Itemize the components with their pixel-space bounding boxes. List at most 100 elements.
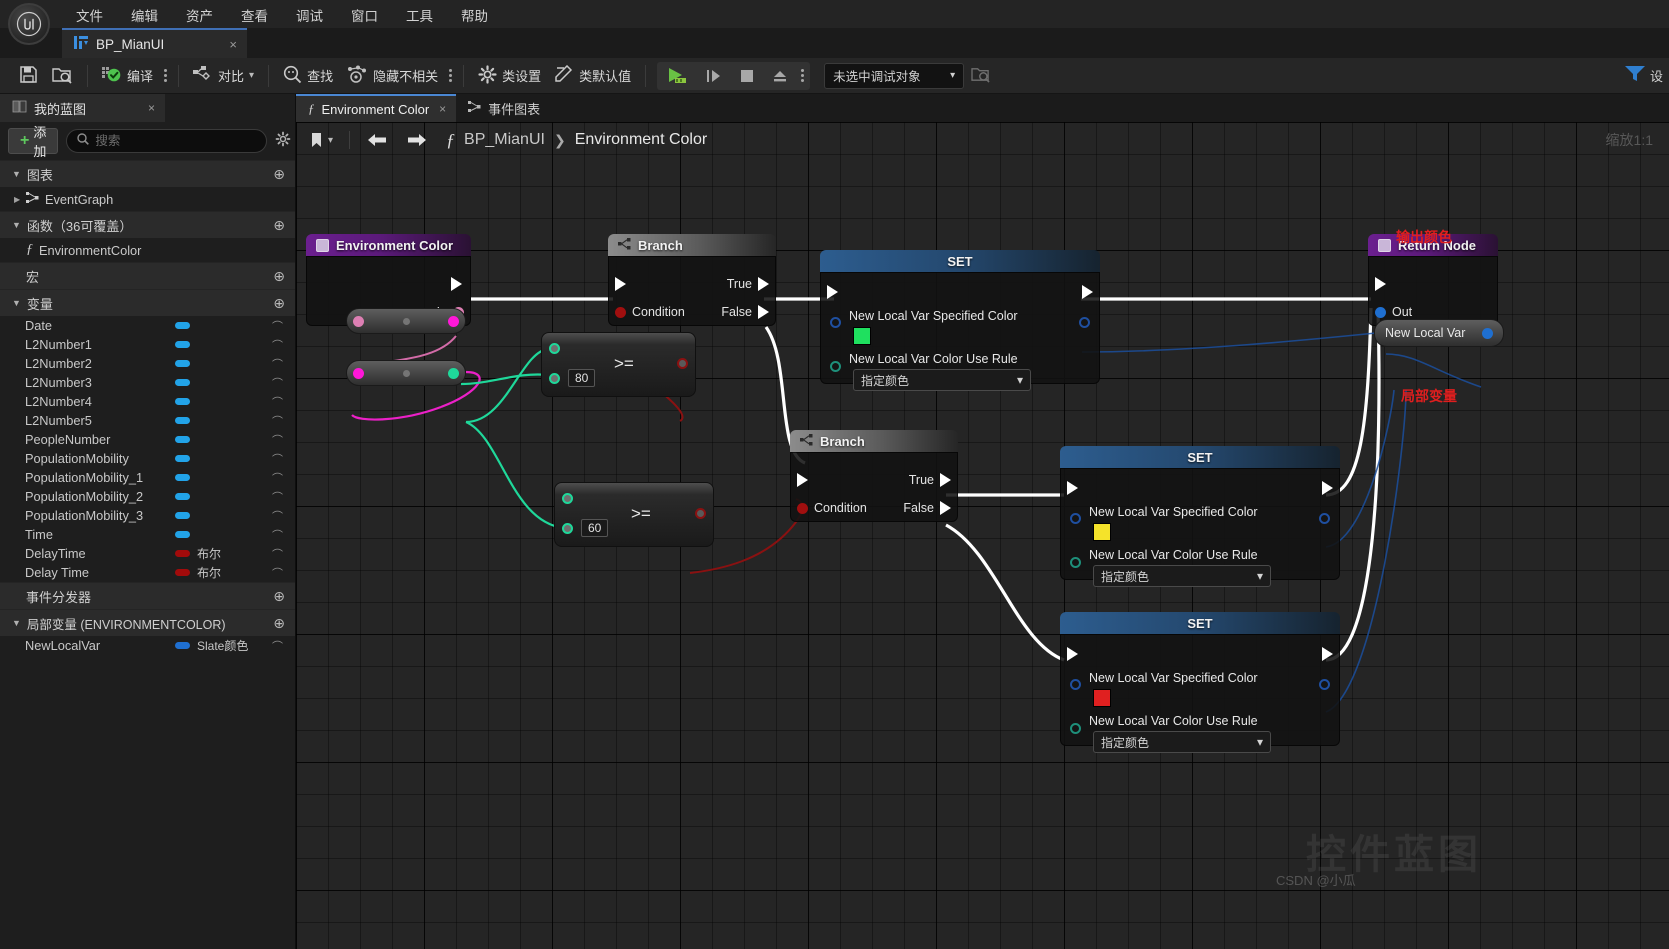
variable-item-row[interactable]: Delay Time 布尔 ⌒ xyxy=(0,563,295,582)
eye-icon[interactable]: ⌒ xyxy=(272,508,283,524)
bool-pin-icon[interactable] xyxy=(677,358,688,369)
play-button[interactable] xyxy=(659,67,697,85)
eye-icon[interactable]: ⌒ xyxy=(272,432,283,448)
eye-icon[interactable]: ⌒ xyxy=(272,394,283,410)
hide-unrelated-options-button[interactable] xyxy=(445,69,456,82)
pin-exec-in[interactable] xyxy=(827,285,838,299)
eye-icon[interactable]: ⌒ xyxy=(272,451,283,467)
pin-out[interactable]: Out xyxy=(1375,305,1412,319)
compare-value-field[interactable]: 80 xyxy=(568,369,596,387)
pin-true[interactable]: True xyxy=(727,277,769,291)
eye-icon[interactable]: ⌒ xyxy=(272,565,283,581)
pin-exec-in[interactable] xyxy=(797,473,808,487)
eye-icon[interactable]: ⌒ xyxy=(272,470,283,486)
variable-item-row[interactable]: L2Number1 ⌒ xyxy=(0,335,295,354)
add-variable-button[interactable]: ⊕ xyxy=(273,295,285,312)
eye-icon[interactable]: ⌒ xyxy=(272,356,283,372)
menu-assets[interactable]: 资产 xyxy=(172,1,227,29)
add-local-variable-button[interactable]: ⊕ xyxy=(273,615,285,632)
float-pin-icon[interactable] xyxy=(549,343,560,354)
class-settings-button[interactable]: 类设置 xyxy=(471,62,548,90)
tab-environment-color[interactable]: ƒ Environment Color × xyxy=(296,94,457,122)
class-defaults-button[interactable]: 类默认值 xyxy=(548,62,638,90)
breadcrumb-current[interactable]: Environment Color xyxy=(575,131,708,149)
eye-icon[interactable]: ⌒ xyxy=(272,337,283,353)
menu-help[interactable]: 帮助 xyxy=(447,1,502,29)
eye-icon[interactable]: ⌒ xyxy=(272,375,283,391)
menu-window[interactable]: 窗口 xyxy=(337,1,392,29)
node-set-1[interactable]: SET New Local Var Specified Color New Lo… xyxy=(820,250,1100,391)
node-compare-greater-equal-60[interactable]: 60 >= xyxy=(554,482,714,547)
pin-false[interactable]: False xyxy=(721,305,769,319)
menu-tools[interactable]: 工具 xyxy=(392,1,447,29)
float-pin-icon[interactable] xyxy=(562,523,573,534)
add-macro-button[interactable]: ⊕ xyxy=(273,268,285,285)
color-use-rule-select[interactable]: 指定颜色 ▾ xyxy=(1093,731,1271,753)
section-header-functions[interactable]: ▼ 函数（36可覆盖） ⊕ xyxy=(0,211,295,238)
reroute-node-1[interactable] xyxy=(346,308,466,334)
stop-button[interactable] xyxy=(731,68,763,84)
pin-condition[interactable]: Condition xyxy=(797,501,867,515)
back-button[interactable] xyxy=(360,129,394,151)
float-pin-icon[interactable] xyxy=(549,373,560,384)
bool-pin-icon[interactable] xyxy=(695,508,706,519)
struct-pin-icon[interactable] xyxy=(1482,327,1493,339)
node-return[interactable]: Return Node Out xyxy=(1368,234,1498,326)
tab-event-graph[interactable]: 事件图表 xyxy=(456,94,550,122)
play-options-button[interactable] xyxy=(797,69,808,82)
pin-false[interactable]: False xyxy=(903,501,951,515)
graph-item-eventgraph[interactable]: ▶ EventGraph xyxy=(0,187,295,211)
variable-item-row[interactable]: PopulationMobility_1 ⌒ xyxy=(0,468,295,487)
compare-value-field[interactable]: 60 xyxy=(581,519,609,537)
enum-pin-icon[interactable] xyxy=(1070,557,1081,568)
pin-exec-out[interactable] xyxy=(451,277,462,291)
find-button[interactable]: 查找 xyxy=(276,62,340,90)
add-function-button[interactable]: ⊕ xyxy=(273,217,285,234)
color-swatch[interactable] xyxy=(1093,523,1111,541)
document-tab-bp-mianui[interactable]: BP_MianUI × xyxy=(62,28,247,58)
close-icon[interactable]: × xyxy=(229,37,237,52)
eye-icon[interactable]: ⌒ xyxy=(272,638,283,654)
node-branch-1[interactable]: Branch True Condition False xyxy=(608,234,776,326)
browse-button[interactable] xyxy=(45,62,80,90)
settings-label[interactable]: 设 xyxy=(1650,66,1663,85)
search-box[interactable] xyxy=(66,129,268,153)
variable-item-row[interactable]: L2Number5 ⌒ xyxy=(0,411,295,430)
add-dispatcher-button[interactable]: ⊕ xyxy=(273,588,285,605)
add-button[interactable]: + 添加 xyxy=(8,125,59,159)
color-swatch[interactable] xyxy=(1093,689,1111,707)
eye-icon[interactable]: ⌒ xyxy=(272,413,283,429)
compile-options-button[interactable] xyxy=(160,69,171,82)
section-header-event-dispatchers[interactable]: 事件分发器 ⊕ xyxy=(0,582,295,609)
struct-out-pin-icon[interactable] xyxy=(1319,679,1330,690)
bookmark-button[interactable]: ▾ xyxy=(304,129,339,152)
color-use-rule-select[interactable]: 指定颜色 ▾ xyxy=(853,369,1031,391)
pin-exec-out[interactable] xyxy=(1322,481,1333,495)
section-header-macros[interactable]: 宏 ⊕ xyxy=(0,262,295,289)
menu-file[interactable]: 文件 xyxy=(62,1,117,29)
node-branch-2[interactable]: Branch True Condition False xyxy=(790,430,958,522)
enum-pin-icon[interactable] xyxy=(1070,723,1081,734)
eject-button[interactable] xyxy=(763,68,797,84)
pin-exec-out[interactable] xyxy=(1322,647,1333,661)
struct-pin-icon[interactable] xyxy=(1070,679,1081,690)
struct-out-pin-icon[interactable] xyxy=(1079,317,1090,328)
debug-object-select[interactable]: 未选中调试对象 ▾ xyxy=(824,62,965,89)
save-button[interactable] xyxy=(12,62,45,90)
enum-pin-icon[interactable] xyxy=(830,361,841,372)
pin-exec-in[interactable] xyxy=(1375,277,1386,291)
eye-icon[interactable]: ⌒ xyxy=(272,546,283,562)
node-get-new-local-var[interactable]: New Local Var xyxy=(1374,319,1504,347)
my-blueprint-tab[interactable]: 我的蓝图 × xyxy=(0,94,165,122)
debug-browse-button[interactable] xyxy=(964,62,998,90)
close-icon[interactable]: × xyxy=(148,101,155,115)
node-compare-greater-equal-80[interactable]: 80 >= xyxy=(541,332,696,397)
menu-edit[interactable]: 编辑 xyxy=(117,1,172,29)
pin-true[interactable]: True xyxy=(909,473,951,487)
gear-icon[interactable] xyxy=(275,131,291,152)
variable-item-row[interactable]: DelayTime 布尔 ⌒ xyxy=(0,544,295,563)
eye-icon[interactable]: ⌒ xyxy=(272,527,283,543)
color-use-rule-select[interactable]: 指定颜色 ▾ xyxy=(1093,565,1271,587)
menu-debug[interactable]: 调试 xyxy=(282,1,337,29)
variable-item-row[interactable]: Time ⌒ xyxy=(0,525,295,544)
